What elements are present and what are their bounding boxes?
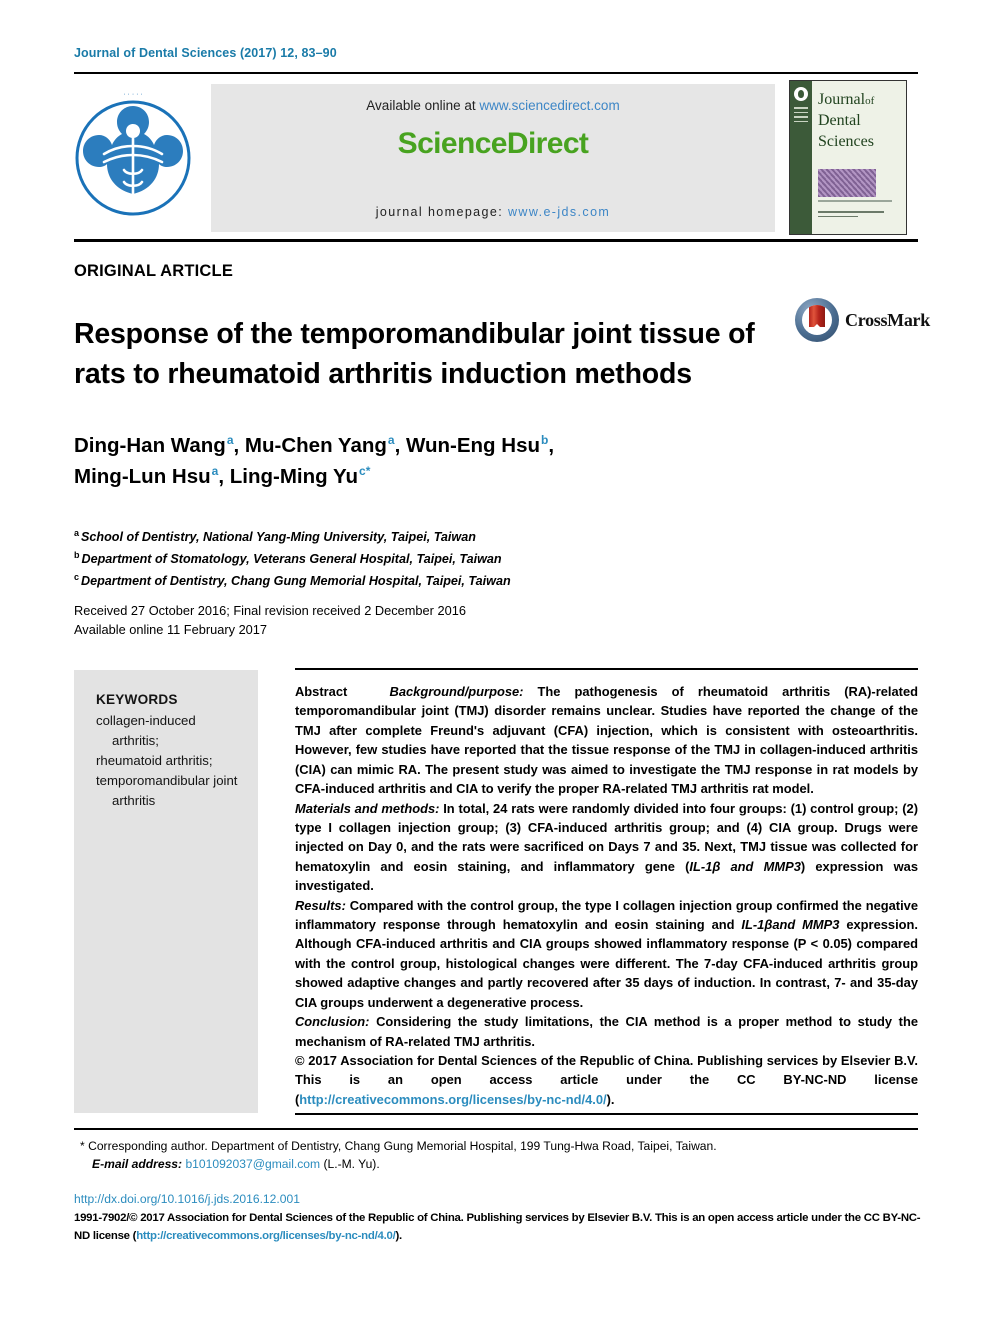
email-link[interactable]: b101092037@gmail.com xyxy=(185,1157,320,1171)
journal-homepage-url-link[interactable]: www.e-jds.com xyxy=(508,205,610,219)
affiliation-item: b Department of Stomatology, Veterans Gen… xyxy=(74,548,774,570)
svg-text:· · · · ·: · · · · · xyxy=(123,91,142,98)
author-name: Wun-Eng Hsu xyxy=(406,434,541,457)
affiliation-marker: b xyxy=(74,549,80,560)
cover-spine xyxy=(790,81,812,234)
sciencedirect-banner: Available online at www.sciencedirect.co… xyxy=(211,84,775,232)
header-rule-bottom xyxy=(74,239,918,242)
cover-caption-rule xyxy=(818,200,892,202)
abstract-label: Abstract xyxy=(295,684,348,699)
cover-title: Journalof Dental Sciences xyxy=(818,89,874,152)
article-type-label: ORIGINAL ARTICLE xyxy=(74,262,234,280)
abstract-copyright-tail: ). xyxy=(606,1091,615,1107)
running-head: Journal of Dental Sciences (2017) 12, 83… xyxy=(74,46,337,60)
author-affiliation-marker: c* xyxy=(359,464,371,479)
email-line: E-mail address: b101092037@gmail.com (L.… xyxy=(80,1155,920,1173)
crossmark-inner-circle xyxy=(802,305,832,335)
affiliation-item: a School of Dentistry, National Yang-Ming… xyxy=(74,526,774,548)
abstract-rule-top xyxy=(295,668,918,670)
cover-footer-lines xyxy=(818,211,884,220)
author-separator: , xyxy=(218,465,230,489)
available-online-date-line: Available online 11 February 2017 xyxy=(74,622,268,638)
journal-cover-thumbnail: Journalof Dental Sciences xyxy=(789,80,907,235)
abstract-background-label: Background/purpose: xyxy=(389,684,524,699)
cover-spine-logo-icon xyxy=(794,87,808,101)
email-label: E-mail address: xyxy=(92,1157,183,1172)
corresponding-author-text: Corresponding author. Department of Dent… xyxy=(84,1139,717,1153)
crossmark-ring-icon xyxy=(795,298,839,342)
keywords-panel: KEYWORDS collagen-induced arthritis; rhe… xyxy=(74,670,258,1113)
available-online-prefix: Available online at xyxy=(366,98,480,113)
author-separator: , xyxy=(394,434,407,457)
author-separator: , xyxy=(548,434,555,457)
footer-rule xyxy=(74,1128,918,1130)
affiliation-text: Department of Stomatology, Veterans Gene… xyxy=(81,552,502,567)
author-name: Mu-Chen Yang xyxy=(244,434,387,457)
keyword-item: temporomandibular joint arthritis xyxy=(96,772,238,808)
abstract-background-paragraph: Abstract Background/purpose: The pathoge… xyxy=(295,682,918,799)
journal-homepage-line: journal homepage: www.e-jds.com xyxy=(211,205,775,219)
author-name: Ding-Han Wang xyxy=(74,434,226,457)
affiliation-text: Department of Dentistry, Chang Gung Memo… xyxy=(81,574,511,589)
available-online-line: Available online at www.sciencedirect.co… xyxy=(211,98,775,113)
corresponding-author-line: * Corresponding author. Department of De… xyxy=(80,1137,920,1155)
abstract-rule-bottom xyxy=(295,1113,918,1115)
affiliation-list: a School of Dentistry, National Yang-Ming… xyxy=(74,526,774,592)
sciencedirect-wordmark: ScienceDirect xyxy=(397,127,589,160)
abstract-background-text: The pathogenesis of rheumatoid arthritis… xyxy=(295,684,918,797)
abstract-body: Abstract Background/purpose: The pathoge… xyxy=(295,682,918,1109)
corresponding-author-note: * Corresponding author. Department of De… xyxy=(80,1137,920,1174)
keyword-item: rheumatoid arthritis; xyxy=(96,752,213,768)
legal-notice: 1991-7902/© 2017 Association for Dental … xyxy=(74,1209,922,1245)
abstract-methods-gene: IL-1β and MMP3 xyxy=(689,858,801,874)
crossmark-label: CrossMark xyxy=(845,310,930,330)
author-affiliation-marker: a xyxy=(387,433,395,448)
abstract-methods-paragraph: Materials and methods: In total, 24 rats… xyxy=(295,799,918,896)
abstract-copyright-paragraph: © 2017 Association for Dental Sciences o… xyxy=(295,1051,918,1109)
author-name: Ming-Lun Hsu xyxy=(74,465,211,489)
article-first-page: Journal of Dental Sciences (2017) 12, 83… xyxy=(0,0,992,1323)
affiliation-marker: c xyxy=(74,571,80,582)
abstract-methods-label: Materials and methods: xyxy=(295,800,440,816)
abstract-conclusion-paragraph: Conclusion: Considering the study limita… xyxy=(295,1012,918,1051)
affiliation-marker: a xyxy=(74,528,80,538)
abstract-conclusion-text: Considering the study limitations, the C… xyxy=(295,1014,918,1049)
page-title: Response of the temporomandibular joint … xyxy=(74,318,755,390)
crossmark-book-icon xyxy=(809,305,825,327)
doi-link[interactable]: http://dx.doi.org/10.1016/j.jds.2016.12.… xyxy=(74,1192,300,1206)
cover-title-of: of xyxy=(865,95,875,107)
society-emblem-logo: · · · · · xyxy=(74,82,192,234)
email-suffix: (L.-M. Yu). xyxy=(320,1157,380,1172)
received-date-line: Received 27 October 2016; Final revision… xyxy=(74,603,466,618)
journal-homepage-prefix: journal homepage: xyxy=(375,205,508,219)
abstract-results-paragraph: Results: Compared with the control group… xyxy=(295,896,918,1013)
legal-tail: ). xyxy=(395,1230,403,1243)
abstract-conclusion-label: Conclusion: xyxy=(295,1014,370,1030)
crossmark-badge[interactable]: CrossMark xyxy=(795,298,930,344)
cover-title-line3: Sciences xyxy=(818,133,874,151)
author-affiliation-marker: a xyxy=(226,433,234,448)
affiliation-item: c Department of Dentistry, Chang Gung Mem… xyxy=(74,570,774,592)
cover-title-line1: Journal xyxy=(818,91,866,108)
publication-dates: Received 27 October 2016; Final revision… xyxy=(74,601,774,639)
keywords-heading: KEYWORDS xyxy=(96,692,178,707)
author-name: Ling-Ming Yu xyxy=(229,465,359,489)
keyword-item: collagen-induced arthritis; xyxy=(96,713,196,749)
cover-histology-image xyxy=(818,169,876,197)
cover-spine-text-lines xyxy=(794,107,808,125)
cover-title-line2: Dental xyxy=(818,112,861,130)
abstract-results-label: Results: xyxy=(295,897,346,913)
abstract-license-link[interactable]: http://creativecommons.org/licenses/by-n… xyxy=(299,1092,606,1107)
keywords-content: KEYWORDS collagen-induced arthritis; rhe… xyxy=(96,690,246,810)
abstract-results-gene: IL-1βand MMP3 xyxy=(741,917,840,933)
author-separator: , xyxy=(233,434,245,457)
affiliation-text: School of Dentistry, National Yang-Ming … xyxy=(81,530,476,545)
author-list: Ding-Han Wanga, Mu-Chen Yanga, Wun-Eng H… xyxy=(74,430,794,492)
legal-license-link[interactable]: http://creativecommons.org/licenses/by-n… xyxy=(136,1230,396,1242)
sciencedirect-url-link[interactable]: www.sciencedirect.com xyxy=(479,98,619,113)
header-rule-top xyxy=(74,72,918,74)
